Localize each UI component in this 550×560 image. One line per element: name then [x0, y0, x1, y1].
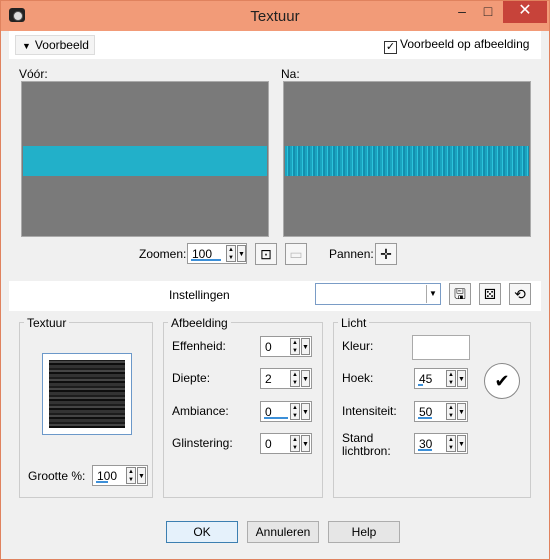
- pan-icon: ✛: [380, 246, 392, 262]
- triangle-down-icon: ▼: [22, 41, 31, 51]
- after-label: Na:: [281, 67, 300, 81]
- shininess-dropdown[interactable]: ▼: [301, 435, 310, 452]
- randomize-button[interactable]: ⚄: [479, 283, 501, 305]
- zoom-level-bar: [191, 259, 221, 261]
- zoom-spinner[interactable]: ▲ ▼: [226, 245, 236, 262]
- shininess-input[interactable]: 0 ▲ ▼ ▼: [260, 433, 312, 454]
- intensity-level-bar: [418, 417, 432, 419]
- chevron-down-icon[interactable]: ▼: [426, 285, 439, 303]
- light-color-label: Kleur:: [342, 339, 374, 353]
- image-group-title: Afbeelding: [168, 316, 231, 330]
- smoothness-dropdown[interactable]: ▼: [301, 338, 310, 355]
- pan-label: Pannen:: [329, 247, 374, 261]
- size-dropdown[interactable]: ▼: [137, 467, 146, 484]
- shininess-value: 0: [265, 437, 272, 451]
- random-icon: ⚄: [483, 286, 497, 302]
- preview-toggle-label: Voorbeeld: [34, 38, 89, 52]
- elevation-input[interactable]: 30 ▲ ▼ ▼: [414, 433, 468, 454]
- shininess-spinner[interactable]: ▲ ▼: [290, 435, 300, 452]
- size-spinner[interactable]: ▲ ▼: [126, 467, 136, 484]
- angle-spinner[interactable]: ▲ ▼: [446, 370, 456, 387]
- elevation-label: Stand lichtbron:: [342, 431, 391, 458]
- elevation-level-bar: [418, 449, 432, 451]
- shininess-label: Glinstering:: [172, 436, 233, 450]
- before-label: Vóór:: [19, 67, 48, 81]
- intensity-spinner[interactable]: ▲ ▼: [446, 403, 456, 420]
- angle-input[interactable]: 45 ▲ ▼ ▼: [414, 368, 468, 389]
- preview-header: ▼ Voorbeeld ✓ Voorbeeld op afbeelding: [9, 31, 541, 59]
- before-texture-band: [23, 146, 267, 176]
- depth-input[interactable]: 2 ▲ ▼ ▼: [260, 368, 312, 389]
- zoom-fit-button[interactable]: ⊡: [255, 243, 277, 265]
- angle-pointer-icon: ✔: [494, 371, 510, 391]
- ambiance-spinner[interactable]: ▲ ▼: [290, 403, 300, 420]
- angle-dial[interactable]: ✔: [484, 363, 520, 399]
- light-group-title: Licht: [338, 316, 370, 330]
- smoothness-value: 0: [265, 340, 272, 354]
- size-label: Grootte %:: [28, 469, 86, 483]
- maximize-button[interactable]: □: [475, 1, 501, 23]
- light-group: Licht Kleur: Hoek: 45 ▲ ▼ ▼ ✔ Intensiteit…: [333, 316, 531, 498]
- texture-group: Textuur Grootte %: 100 ▲ ▼ ▼: [19, 316, 153, 498]
- dialog-body: ▼ Voorbeeld ✓ Voorbeeld op afbeelding Vóór…: [9, 31, 541, 553]
- pan-button[interactable]: ✛: [375, 243, 397, 265]
- texture-swatch: [49, 360, 125, 428]
- size-level-bar: [96, 481, 108, 483]
- zoom-label: Zoomen:: [139, 247, 187, 261]
- zoom-actual-size-button[interactable]: ▭: [285, 243, 307, 265]
- angle-label: Hoek:: [342, 371, 374, 385]
- actual-size-icon: ▭: [289, 246, 303, 262]
- smoothness-spinner[interactable]: ▲ ▼: [290, 338, 300, 355]
- save-icon: 🖫: [454, 286, 466, 302]
- smoothness-input[interactable]: 0 ▲ ▼ ▼: [260, 336, 312, 357]
- elevation-spinner[interactable]: ▲ ▼: [446, 435, 456, 452]
- intensity-label: Intensiteit:: [342, 404, 397, 418]
- before-preview[interactable]: [21, 81, 269, 237]
- light-color-swatch[interactable]: [412, 335, 470, 360]
- save-preset-button[interactable]: 🖫: [449, 283, 471, 305]
- depth-spinner[interactable]: ▲ ▼: [290, 370, 300, 387]
- preview-on-image-checkbox[interactable]: ✓ Voorbeeld op afbeelding: [384, 37, 529, 54]
- depth-label: Diepte:: [172, 371, 211, 385]
- preview-on-image-label: Voorbeeld op afbeelding: [400, 37, 530, 51]
- ambiance-level-bar: [264, 417, 288, 419]
- presets-combo[interactable]: ▼: [315, 283, 441, 305]
- ambiance-input[interactable]: 0 ▲ ▼ ▼: [260, 401, 312, 422]
- title-bar[interactable]: Textuur – □ ✕: [1, 1, 549, 31]
- close-button[interactable]: ✕: [503, 1, 547, 23]
- zoom-dropdown[interactable]: ▼: [237, 245, 246, 262]
- minimize-button[interactable]: –: [449, 1, 475, 23]
- cancel-button[interactable]: Annuleren: [247, 521, 319, 543]
- zoom-input[interactable]: 100 ▲ ▼ ▼: [187, 243, 247, 264]
- zoom-row: Zoomen: 100 ▲ ▼ ▼ ⊡ ▭ Pannen: ✛: [9, 243, 541, 269]
- texture-dialog: Textuur – □ ✕ ▼ Voorbeeld ✓ Voorbeeld op a…: [0, 0, 550, 560]
- smoothness-label: Effenheid:: [172, 339, 226, 353]
- angle-level-bar: [418, 384, 423, 386]
- depth-value: 2: [265, 372, 272, 386]
- intensity-dropdown[interactable]: ▼: [457, 403, 466, 420]
- ok-button[interactable]: OK: [166, 521, 238, 543]
- ambiance-dropdown[interactable]: ▼: [301, 403, 310, 420]
- image-group: Afbeelding Effenheid: 0 ▲ ▼ ▼ Diepte: 2 ▲…: [163, 316, 323, 498]
- ambiance-label: Ambiance:: [172, 404, 229, 418]
- presets-label: Instellingen: [169, 288, 230, 302]
- intensity-input[interactable]: 50 ▲ ▼ ▼: [414, 401, 468, 422]
- size-input[interactable]: 100 ▲ ▼ ▼: [92, 465, 148, 486]
- after-preview[interactable]: [283, 81, 531, 237]
- depth-dropdown[interactable]: ▼: [301, 370, 310, 387]
- preview-toggle-button[interactable]: ▼ Voorbeeld: [15, 35, 95, 55]
- preview-area: Vóór: Na: Zoomen: 100 ▲ ▼ ▼ ⊡ ▭ Pannen: ✛: [9, 59, 541, 281]
- elevation-dropdown[interactable]: ▼: [457, 435, 466, 452]
- fit-icon: ⊡: [260, 246, 272, 262]
- reset-button[interactable]: ⟲: [509, 283, 531, 305]
- texture-group-title: Textuur: [24, 316, 70, 330]
- after-texture-band: [285, 146, 529, 176]
- checkmark-icon[interactable]: ✓: [384, 41, 397, 54]
- reset-icon: ⟲: [514, 286, 526, 302]
- presets-row: Instellingen ▼ 🖫 ⚄ ⟲: [9, 281, 541, 311]
- texture-thumbnail[interactable]: [42, 353, 132, 435]
- help-button[interactable]: Help: [328, 521, 400, 543]
- angle-dropdown[interactable]: ▼: [457, 370, 466, 387]
